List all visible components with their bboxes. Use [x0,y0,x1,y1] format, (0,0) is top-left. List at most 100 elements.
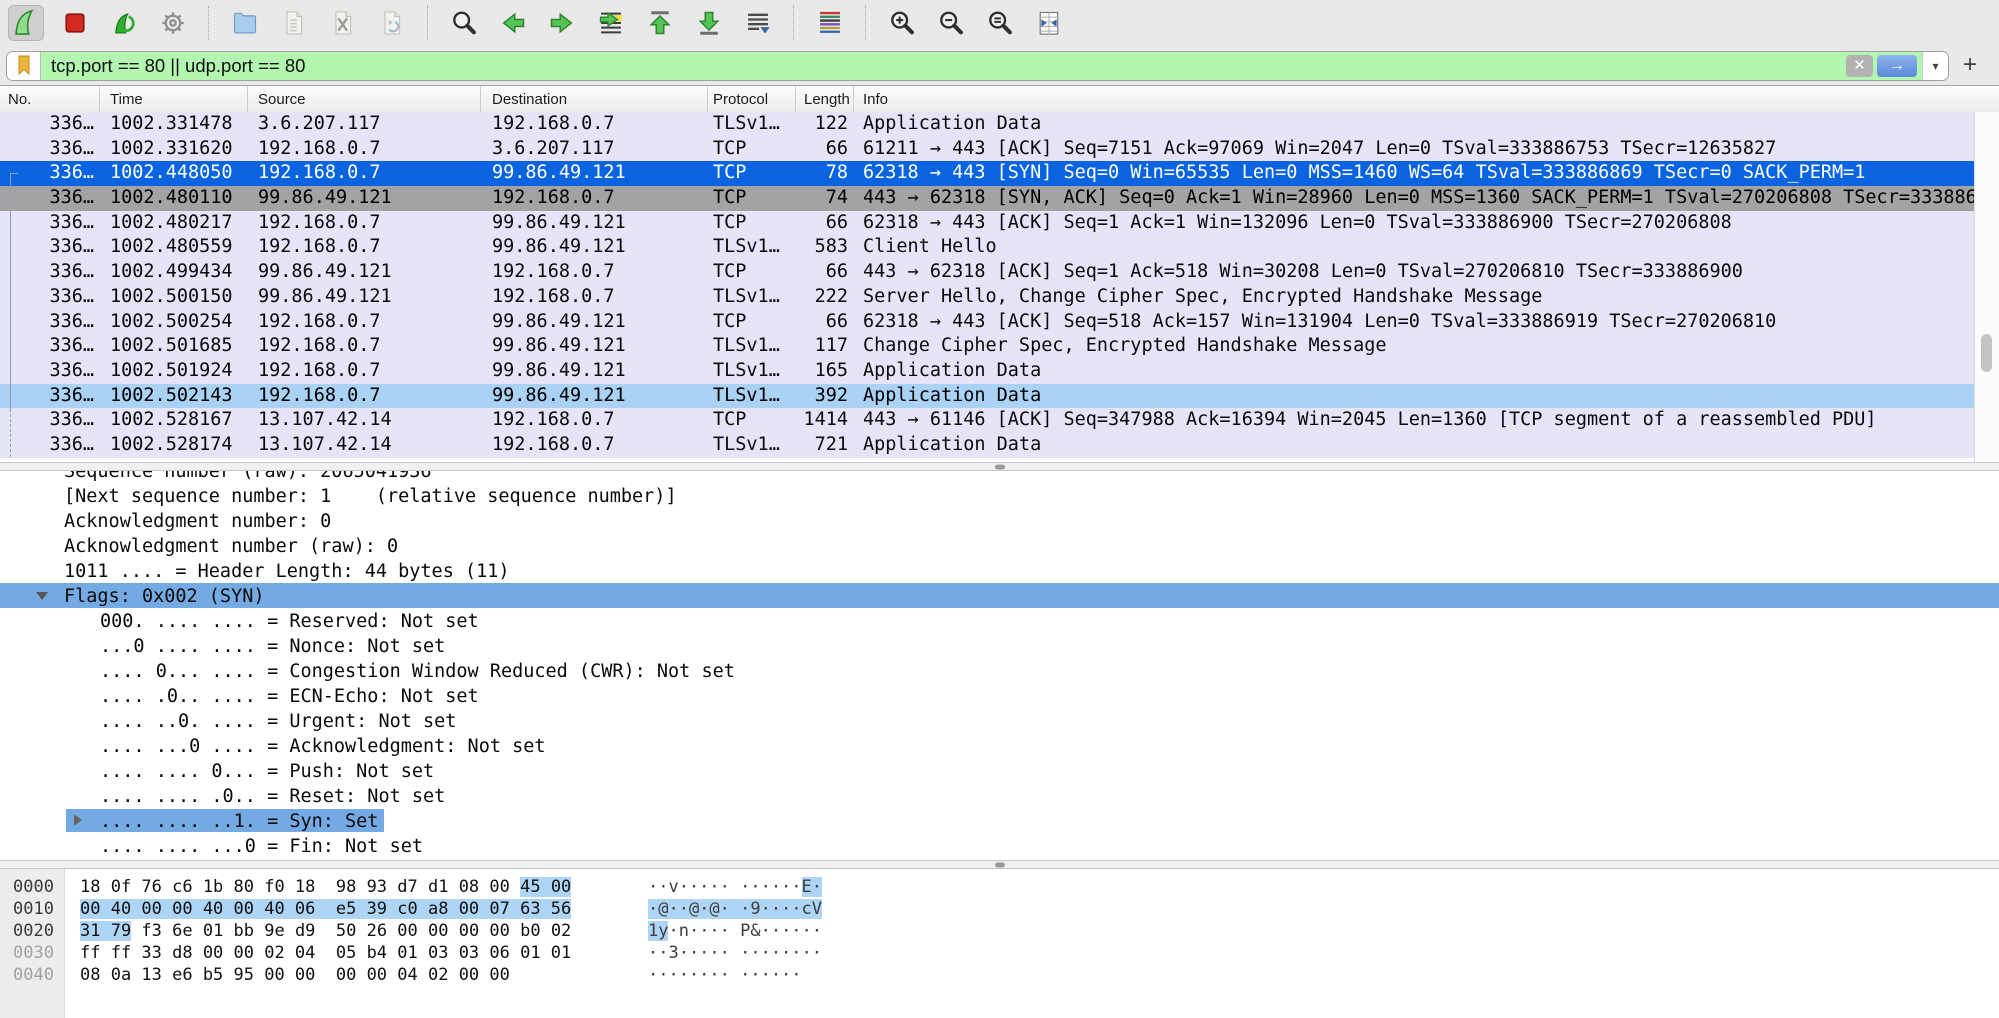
go-to-first-packet-button[interactable] [642,5,678,41]
column-header-no[interactable]: No. [0,86,100,112]
restart-capture-button[interactable] [106,5,142,41]
go-back-icon [499,9,527,37]
filter-bookmark-button[interactable] [7,52,41,80]
colorize-packets-button[interactable] [812,5,848,41]
detail-line[interactable]: [Next sequence number: 1 (relative seque… [0,483,1999,508]
detail-line[interactable]: 000. .... .... = Reserved: Not set [0,608,1999,633]
pane-splitter-top[interactable] [0,462,1999,471]
hex-ascii[interactable]: ··v····· ······E· [648,876,822,898]
go-to-last-packet-button[interactable] [691,5,727,41]
packet-row[interactable]: 336…1002.500254192.168.0.799.86.49.121TC… [0,310,1975,335]
pane-splitter-bottom[interactable] [0,860,1999,869]
hex-row[interactable]: 000018 0f 76 c6 1b 80 f0 18 98 93 d7 d1 … [0,876,1999,898]
resize-columns-button[interactable] [1031,5,1067,41]
detail-line[interactable]: .... ..0. .... = Urgent: Not set [0,708,1999,733]
open-capture-file-button[interactable] [227,5,263,41]
packet-row[interactable]: 336…1002.502143192.168.0.799.86.49.121TL… [0,384,1975,409]
go-forward-button[interactable] [544,5,580,41]
start-capture-button[interactable] [8,5,44,41]
hex-row[interactable]: 002031 79 f3 6e 01 bb 9e d9 50 26 00 00 … [0,920,1999,942]
zoom-original-button[interactable] [982,5,1018,41]
zoom-out-button[interactable] [933,5,969,41]
column-header-destination[interactable]: Destination [481,86,708,112]
apply-filter-button[interactable]: → [1877,55,1917,77]
hex-row[interactable]: 0030ff ff 33 d8 00 00 02 04 05 b4 01 03 … [0,942,1999,964]
reload-capture-file-button[interactable] [374,5,410,41]
packet-details-pane: Sequence number (raw): 2065041936[Next s… [0,471,1999,860]
detail-text: .... .... ...0 = Fin: Not set [100,836,423,857]
packet-cell-proto: TLSv1… [708,285,796,310]
packet-cell-proto: TCP [708,137,796,162]
hex-ascii[interactable]: ·@··@·@· ·9····cV [648,898,822,920]
column-header-protocol[interactable]: Protocol [708,86,796,112]
hex-bytes[interactable]: 18 0f 76 c6 1b 80 f0 18 98 93 d7 d1 08 0… [80,876,571,898]
close-capture-file-icon [329,9,357,37]
packet-list-scrollbar[interactable] [1974,112,1999,462]
packet-row[interactable]: 336…1002.3314783.6.207.117192.168.0.7TLS… [0,112,1975,137]
detail-line[interactable]: .... .... ...0 = Fin: Not set [0,833,1999,858]
detail-line[interactable]: .... .... ..1. = Syn: Set [0,808,1999,833]
column-header-source[interactable]: Source [248,86,481,112]
hex-row[interactable]: 001000 40 00 00 40 00 40 06 e5 39 c0 a8 … [0,898,1999,920]
detail-line[interactable]: .... 0... .... = Congestion Window Reduc… [0,658,1999,683]
save-capture-file-button[interactable] [276,5,312,41]
column-header-time[interactable]: Time [100,86,248,112]
packet-cell-time: 1002.500150 [100,285,248,310]
packet-row[interactable]: 336…1002.49943499.86.49.121192.168.0.7TC… [0,260,1975,285]
detail-line[interactable]: .... .... .0.. = Reset: Not set [0,783,1999,808]
packet-row[interactable]: 336…1002.448050192.168.0.799.86.49.121TC… [0,161,1975,186]
packet-row[interactable]: 336…1002.48011099.86.49.121192.168.0.7TC… [0,186,1975,211]
detail-line[interactable]: 1011 .... = Header Length: 44 bytes (11) [0,558,1999,583]
packet-row[interactable]: 336…1002.480559192.168.0.799.86.49.121TL… [0,235,1975,260]
detail-line[interactable]: ...0 .... .... = Nonce: Not set [0,633,1999,658]
packet-row[interactable]: 336…1002.50015099.86.49.121192.168.0.7TL… [0,285,1975,310]
go-back-button[interactable] [495,5,531,41]
hex-byte-run: f3 6e 01 bb 9e d9 50 26 00 00 00 00 b0 0… [131,921,571,941]
display-filter-field[interactable]: tcp.port == 80 || udp.port == 80 ✕ → ▾ [6,51,1949,81]
hex-bytes[interactable]: 31 79 f3 6e 01 bb 9e d9 50 26 00 00 00 0… [80,920,571,942]
packet-row[interactable]: 336…1002.501924192.168.0.799.86.49.121TL… [0,359,1975,384]
capture-options-button[interactable] [155,5,191,41]
expand-expander-icon[interactable] [74,814,82,826]
scrollbar-thumb[interactable] [1981,334,1992,372]
packet-row[interactable]: 336…1002.52817413.107.42.14192.168.0.7TL… [0,433,1975,458]
stop-capture-button[interactable] [57,5,93,41]
hex-ascii[interactable]: ··3····· ········ [648,942,822,964]
detail-line[interactable]: Acknowledgment number (raw): 0 [0,533,1999,558]
add-filter-button[interactable]: + [1955,51,1985,79]
go-to-packet-button[interactable] [593,5,629,41]
hex-byte-run: 08 0a 13 e6 b5 95 00 00 00 00 04 02 00 0… [80,965,510,985]
zoom-in-button[interactable] [884,5,920,41]
collapse-expander-icon[interactable] [36,592,48,600]
packet-row[interactable]: 336…1002.331620192.168.0.73.6.207.117TCP… [0,137,1975,162]
packet-cell-proto: TCP [708,211,796,236]
packet-cell-src: 99.86.49.121 [248,285,481,310]
hex-bytes[interactable]: 08 0a 13 e6 b5 95 00 00 00 00 04 02 00 0… [80,964,510,986]
packet-row[interactable]: 336…1002.480217192.168.0.799.86.49.121TC… [0,211,1975,236]
detail-text: .... 0... .... = Congestion Window Reduc… [100,661,735,682]
detail-line[interactable]: Sequence number (raw): 2065041936 [0,471,1999,483]
find-packet-button[interactable] [446,5,482,41]
packet-cell-info: 443 → 62318 [SYN, ACK] Seq=0 Ack=1 Win=2… [854,186,1975,211]
detail-line[interactable]: Flags: 0x002 (SYN) [0,583,1999,608]
close-capture-file-button[interactable] [325,5,361,41]
hex-ascii[interactable]: 1y·n···· P&······ [648,920,822,942]
packet-row[interactable]: 336…1002.501685192.168.0.799.86.49.121TL… [0,334,1975,359]
display-filter-input[interactable]: tcp.port == 80 || udp.port == 80 [41,52,1841,80]
detail-line[interactable]: .... .... 0... = Push: Not set [0,758,1999,783]
filter-dropdown-button[interactable]: ▾ [1922,52,1948,80]
hex-ascii[interactable]: ········ ······ [648,964,802,986]
detail-line[interactable]: Acknowledgment number: 0 [0,508,1999,533]
detail-line[interactable]: .... .0.. .... = ECN-Echo: Not set [0,683,1999,708]
column-header-length[interactable]: Length [796,86,854,112]
hex-row[interactable]: 004008 0a 13 e6 b5 95 00 00 00 00 04 02 … [0,964,1999,986]
clear-filter-button[interactable]: ✕ [1846,55,1873,77]
detail-line[interactable]: .... ...0 .... = Acknowledgment: Not set [0,733,1999,758]
hex-bytes[interactable]: 00 40 00 00 40 00 40 06 e5 39 c0 a8 00 0… [80,898,571,920]
hex-bytes[interactable]: ff ff 33 d8 00 00 02 04 05 b4 01 03 03 0… [80,942,571,964]
auto-scroll-button[interactable] [740,5,776,41]
detail-text: .... ...0 .... = Acknowledgment: Not set [100,736,546,757]
packet-row[interactable]: 336…1002.52816713.107.42.14192.168.0.7TC… [0,408,1975,433]
column-header-info[interactable]: Info [854,86,1999,112]
packet-details-tree: Sequence number (raw): 2065041936[Next s… [0,471,1999,858]
